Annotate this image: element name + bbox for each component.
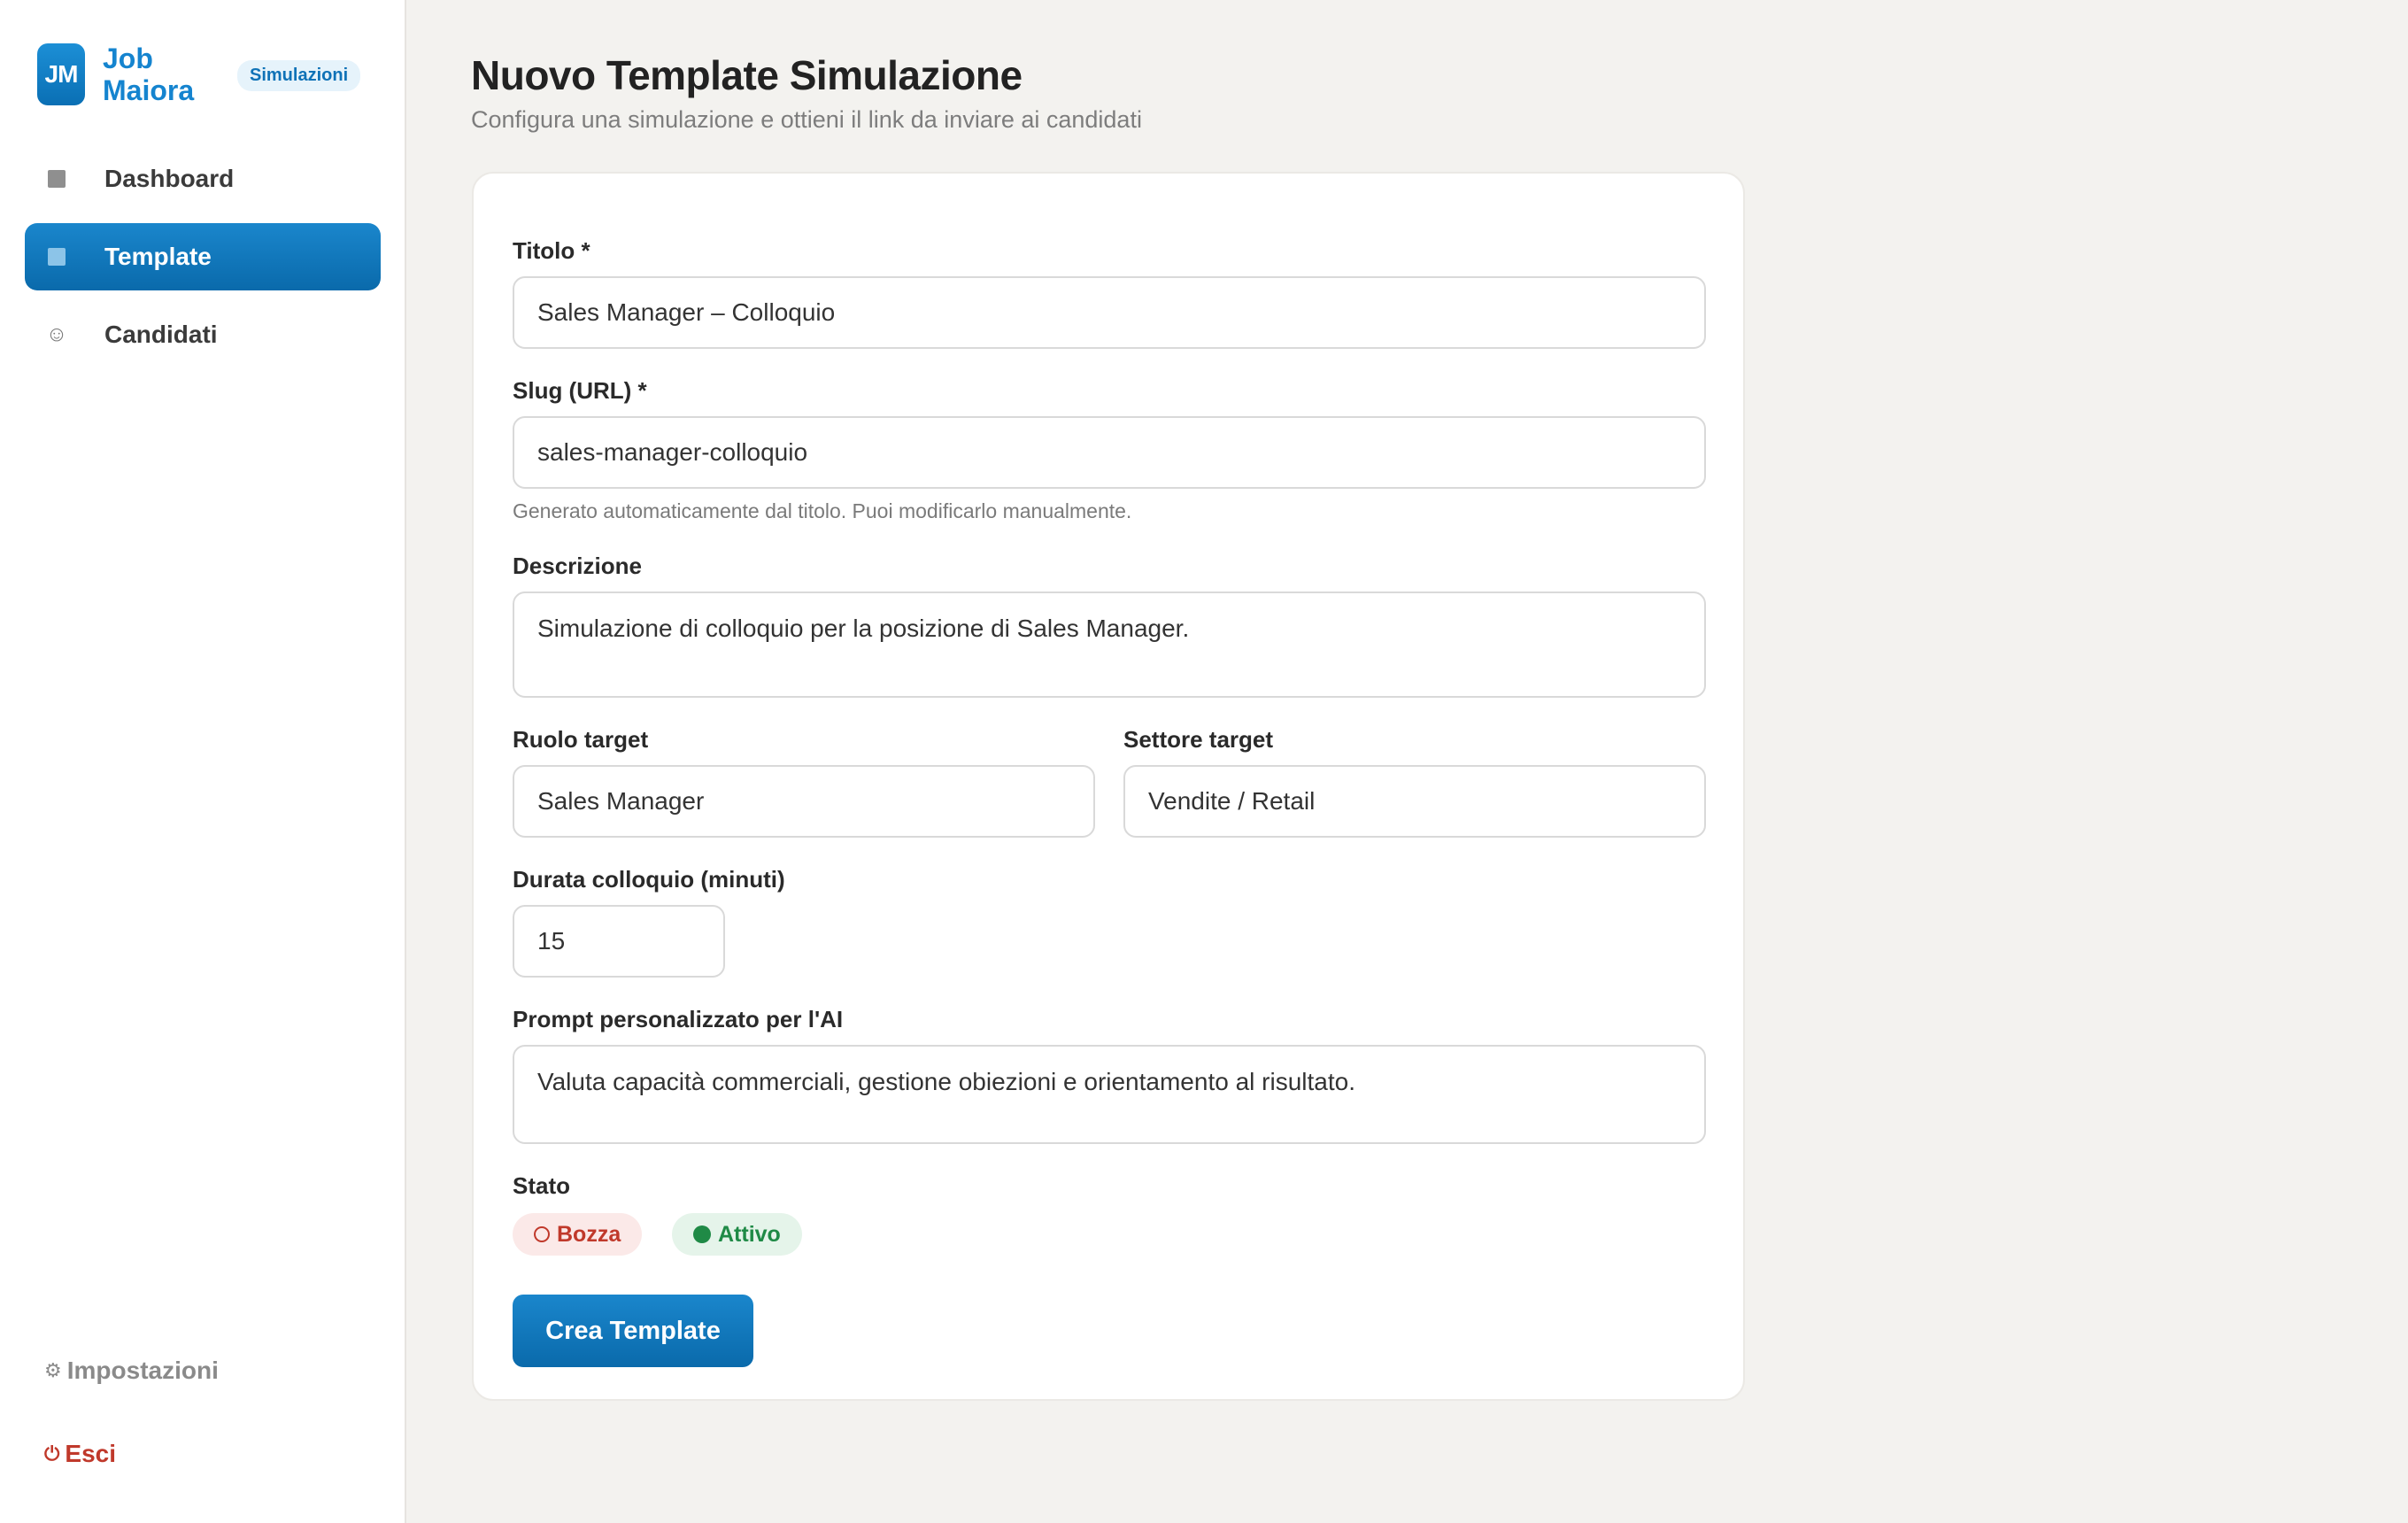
logout-label: Esci <box>65 1440 117 1467</box>
filled-circle-icon <box>693 1225 711 1243</box>
role-label: Ruolo target <box>513 726 649 753</box>
status-option-attivo[interactable]: Attivo <box>672 1213 802 1256</box>
description-textarea[interactable]: Simulazione di colloquio per la posizion… <box>513 591 1706 698</box>
dashboard-square-icon <box>46 168 67 189</box>
prompt-textarea[interactable]: Valuta capacità commerciali, gestione ob… <box>513 1045 1706 1144</box>
sidebar-item-dashboard[interactable]: Dashboard <box>25 145 381 213</box>
power-icon: ⏻ <box>44 1442 60 1465</box>
page-title: Nuovo Template Simulazione <box>471 52 1023 98</box>
empty-circle-icon <box>534 1226 550 1242</box>
brand[interactable]: JM Job Maiora <box>37 43 209 106</box>
sector-input[interactable]: Vendite / Retail <box>1123 765 1706 838</box>
sidebar-item-candidati[interactable]: ☺ Candidati <box>25 301 381 368</box>
sidebar-item-label: Dashboard <box>104 165 235 192</box>
gear-icon: ⚙ <box>44 1359 62 1381</box>
settings-label: Impostazioni <box>66 1357 219 1384</box>
brand-logo: JM <box>37 43 85 105</box>
sidebar-item-template[interactable]: Template <box>25 223 381 290</box>
slug-hint: Generato automaticamente dal titolo. Puo… <box>513 499 1132 522</box>
sidebar-nav: Dashboard Template ☺ Candidati <box>25 145 381 379</box>
status-label: Stato <box>513 1172 570 1199</box>
brand-name: Job Maiora <box>103 43 195 106</box>
description-label: Descrizione <box>513 553 642 579</box>
template-form-card: Titolo * Sales Manager – Colloquio Slug … <box>472 172 1745 1401</box>
settings-link[interactable]: ⚙ Impostazioni <box>44 1357 219 1385</box>
template-square-icon <box>46 246 67 267</box>
section-badge: Simulazioni <box>237 60 361 91</box>
prompt-label: Prompt personalizzato per l'AI <box>513 1006 844 1032</box>
page-subtitle: Configura una simulazione e ottieni il l… <box>471 106 1142 133</box>
slug-label: Slug (URL) * <box>513 377 647 404</box>
status-option-label: Bozza <box>557 1221 621 1247</box>
status-option-label: Attivo <box>718 1221 781 1247</box>
slug-input[interactable]: sales-manager-colloquio <box>513 416 1706 489</box>
sector-label: Settore target <box>1123 726 1274 753</box>
title-label: Titolo * <box>513 237 590 264</box>
sidebar-item-label: Candidati <box>104 321 218 348</box>
duration-input[interactable]: 15 <box>513 905 725 978</box>
create-template-button[interactable]: Crea Template <box>513 1295 753 1367</box>
logout-link[interactable]: ⏻ Esci <box>44 1440 116 1468</box>
main-content: Nuovo Template Simulazione Configura una… <box>406 0 2408 1523</box>
role-input[interactable]: Sales Manager <box>513 765 1095 838</box>
app-root: JM Job Maiora Simulazioni Dashboard Temp… <box>0 0 2408 1523</box>
sidebar-item-label: Template <box>104 243 212 270</box>
sidebar: JM Job Maiora Simulazioni Dashboard Temp… <box>0 0 406 1523</box>
title-input[interactable]: Sales Manager – Colloquio <box>513 276 1706 349</box>
status-option-bozza[interactable]: Bozza <box>513 1213 643 1256</box>
duration-label: Durata colloquio (minuti) <box>513 866 785 893</box>
smiley-icon: ☺ <box>45 322 68 346</box>
